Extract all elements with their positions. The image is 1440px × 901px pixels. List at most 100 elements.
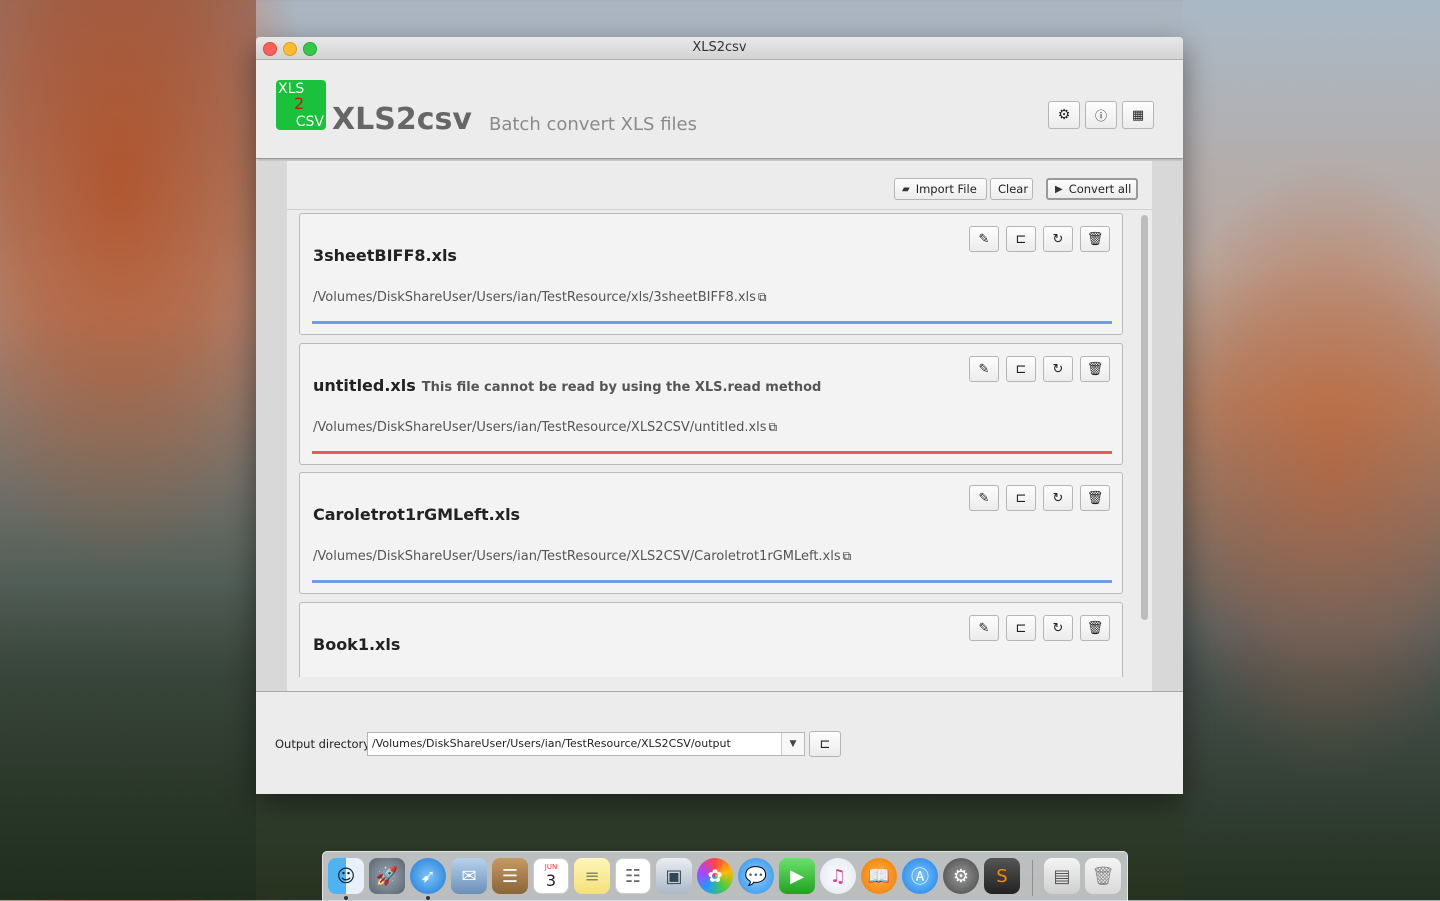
zoom-window-button[interactable] [303,42,317,56]
downloads-stack-icon[interactable]: ▤ [1044,858,1080,894]
delete-button[interactable]: 🗑 [1080,226,1110,252]
reminders-icon[interactable]: ☷ [615,858,651,894]
file-card: ✎ ⊏ ↻ 🗑 Caroletrot1rGMLeft.xls /Volumes/… [299,472,1123,594]
calendar-month: JUN [544,862,558,871]
pencil-icon: ✎ [978,361,990,377]
convert-all-label: Convert all [1068,182,1132,196]
trash-icon: 🗑 [1086,620,1104,636]
output-directory-value[interactable]: /Volumes/DiskShareUser/Users/ian/TestRes… [372,737,731,750]
progress-bar-complete [312,580,1112,583]
calendar-icon[interactable]: JUN 3 [533,858,569,894]
chevron-down-icon: ▼ [789,739,797,749]
finder-icon[interactable]: ☺ [328,858,364,894]
app-logo: XLS 2 CSV [276,80,326,130]
file-path-text[interactable]: /Volumes/DiskShareUser/Users/ian/TestRes… [313,549,841,564]
app-name: XLS2csv [332,102,472,137]
progress-bar-error [312,451,1112,454]
photos-icon[interactable]: ✿ [697,858,733,894]
facetime-icon[interactable]: ▶ [779,858,815,894]
apps-button[interactable]: ▦ [1122,101,1154,129]
mail-icon[interactable]: ✉ [451,858,487,894]
info-icon: ⓘ [1094,108,1107,123]
choose-output-folder-button[interactable]: ⊏ [809,731,841,757]
reconvert-button[interactable]: ↻ [1043,356,1073,382]
folder-icon: ▰ [902,183,910,195]
app-store-icon[interactable]: Ⓐ [902,858,938,894]
file-name: 3sheetBIFF8.xls [313,246,463,265]
grid-icon: ▦ [1131,107,1145,123]
about-button[interactable]: ⓘ [1085,101,1117,129]
title-bar: XLS2csv [256,37,1183,60]
safari-icon[interactable]: ➹ [410,858,446,894]
file-path-text[interactable]: /Volumes/DiskShareUser/Users/ian/TestRes… [313,290,756,305]
import-file-label: Import File [915,182,977,196]
trash-icon: 🗑 [1086,231,1104,247]
file-path-text[interactable]: /Volumes/DiskShareUser/Users/ian/TestRes… [313,420,767,435]
system-preferences-icon[interactable]: ⚙ [943,858,979,894]
file-toolbar: ▰ Import File Clear ▶ Convert all [287,161,1152,210]
settings-button[interactable]: ⚙ [1048,101,1080,129]
output-directory-combobox[interactable]: /Volumes/DiskShareUser/Users/ian/TestRes… [367,732,805,756]
file-name: untitled.xls This file cannot be read by … [313,376,821,395]
file-error: This file cannot be read by using the XL… [421,380,822,395]
edit-button[interactable]: ✎ [969,356,999,382]
sublime-text-icon[interactable]: S [984,858,1020,894]
desktop-wallpaper-left [0,0,256,900]
close-window-button[interactable] [263,42,277,56]
scrollbar-thumb[interactable] [1141,215,1148,620]
trash-icon[interactable]: 🗑 [1085,858,1121,894]
trash-icon: 🗑 [1086,490,1104,506]
output-directory-label: Output directory [275,737,371,751]
delete-button[interactable]: 🗑 [1080,485,1110,511]
contacts-icon[interactable]: ☰ [492,858,528,894]
pencil-icon: ✎ [978,231,990,247]
launchpad-icon[interactable]: 🚀 [369,858,405,894]
file-name: Caroletrot1rGMLeft.xls [313,505,526,524]
messages-icon[interactable]: 💬 [738,858,774,894]
clear-button[interactable]: Clear [990,178,1033,200]
progress-bar-complete [312,321,1112,324]
pencil-icon: ✎ [978,620,990,636]
file-card: ✎ ⊏ ↻ 🗑 Book1.xls [299,602,1123,677]
copy-icon[interactable]: ⧉ [769,420,778,434]
copy-icon[interactable]: ⧉ [758,290,767,304]
folder-open-icon: ⊏ [1015,231,1027,247]
reconvert-button[interactable]: ↻ [1043,485,1073,511]
file-card: ✎ ⊏ ↻ 🗑 untitled.xls This file cannot be … [299,343,1123,465]
reveal-folder-button[interactable]: ⊏ [1006,226,1036,252]
copy-icon[interactable]: ⧉ [843,549,852,563]
folder-open-icon: ⊏ [819,736,831,752]
preview-icon[interactable]: ▣ [656,858,692,894]
refresh-icon: ↻ [1052,361,1064,377]
delete-button[interactable]: 🗑 [1080,356,1110,382]
convert-all-button[interactable]: ▶ Convert all [1046,178,1138,200]
file-list-scrollbar[interactable] [1139,213,1151,677]
itunes-icon[interactable]: ♫ [820,858,856,894]
dock-separator [1032,860,1033,896]
finder-running-indicator [344,896,348,900]
window-title: XLS2csv [692,40,747,55]
dock: ☺ 🚀 ➹ ✉ ☰ JUN 3 ≡ ☷ ▣ ✿ 💬 ▶ ♫ 📖 Ⓐ ⚙ S ▤ … [322,851,1128,901]
edit-button[interactable]: ✎ [969,485,999,511]
output-directory-dropdown-button[interactable]: ▼ [781,733,804,755]
file-name-text: Caroletrot1rGMLeft.xls [313,505,521,524]
reveal-folder-button[interactable]: ⊏ [1006,485,1036,511]
notes-icon[interactable]: ≡ [574,858,610,894]
ibooks-icon[interactable]: 📖 [861,858,897,894]
file-card: ✎ ⊏ ↻ 🗑 3sheetBIFF8.xls /Volumes/DiskSha… [299,213,1123,335]
folder-open-icon: ⊏ [1015,361,1027,377]
edit-button[interactable]: ✎ [969,615,999,641]
delete-button[interactable]: 🗑 [1080,615,1110,641]
reconvert-button[interactable]: ↻ [1043,615,1073,641]
edit-button[interactable]: ✎ [969,226,999,252]
file-panel: ▰ Import File Clear ▶ Convert all ✎ ⊏ ↻ … [287,161,1152,691]
file-name: Book1.xls [313,635,406,654]
reveal-folder-button[interactable]: ⊏ [1006,356,1036,382]
reconvert-button[interactable]: ↻ [1043,226,1073,252]
minimize-window-button[interactable] [283,42,297,56]
import-file-button[interactable]: ▰ Import File [894,178,987,200]
refresh-icon: ↻ [1052,490,1064,506]
file-list: ✎ ⊏ ↻ 🗑 3sheetBIFF8.xls /Volumes/DiskSha… [287,213,1152,677]
file-path: /Volumes/DiskShareUser/Users/ian/TestRes… [313,420,777,435]
reveal-folder-button[interactable]: ⊏ [1006,615,1036,641]
